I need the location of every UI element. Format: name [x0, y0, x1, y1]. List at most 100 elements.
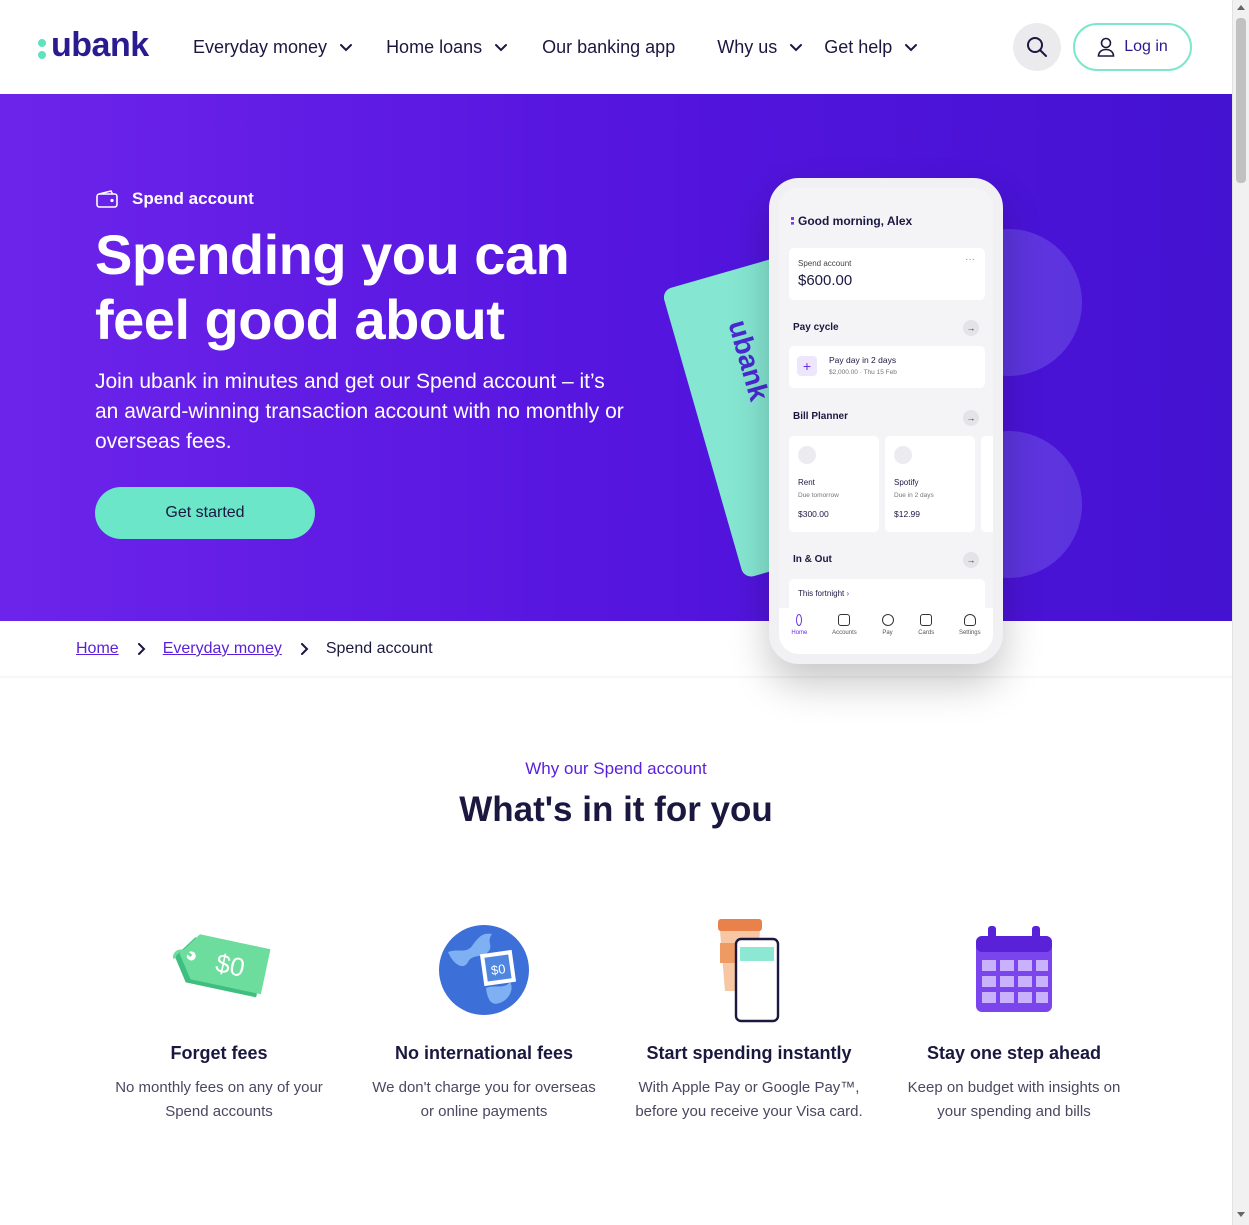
bill-name: Spotify — [894, 478, 919, 487]
breadcrumb: Home Everyday money Spend account — [76, 640, 433, 658]
tab-accounts[interactable]: Accounts — [832, 614, 857, 654]
pay-icon — [881, 614, 894, 626]
pay-cycle-card: + Pay day in 2 days $2,000.00 · Thu 15 F… — [789, 346, 985, 388]
bill-card-partial — [981, 436, 993, 532]
more-icon: ··· — [965, 254, 975, 265]
tab-label: Settings — [958, 630, 981, 636]
chevron-down-icon — [905, 44, 918, 52]
bill-icon — [894, 446, 912, 464]
logo-text: ubank — [51, 26, 149, 64]
nav-why-us[interactable]: Why us — [717, 34, 803, 60]
account-card: Spend account $600.00 ··· — [789, 248, 985, 300]
tab-label: Pay — [882, 630, 893, 636]
hero-title: Spending you can feel good about — [95, 223, 570, 351]
bill-amount: $12.99 — [894, 509, 920, 519]
logo-dots-icon — [38, 38, 46, 59]
search-icon — [1027, 37, 1047, 57]
feature-title: Forget fees — [170, 1043, 268, 1063]
plus-icon: + — [797, 356, 817, 376]
feature-title: No international fees — [394, 1043, 574, 1063]
phone-mockup: Good morning, Alex Spend account $600.00… — [769, 178, 1003, 664]
breadcrumb-current: Spend account — [325, 640, 433, 657]
tab-pay[interactable]: Pay — [881, 614, 894, 654]
home-icon — [796, 614, 803, 626]
stamp-text: $0 — [490, 961, 506, 978]
nav-home-loans[interactable]: Home loans — [386, 34, 508, 60]
tab-label: Accounts — [832, 630, 857, 636]
phone-tab-bar: Home Accounts Pay Cards Settings — [779, 608, 993, 654]
get-started-button[interactable]: Get started — [95, 487, 315, 539]
chevron-down-icon — [495, 44, 508, 52]
bill-name: Rent — [798, 478, 815, 487]
product-tag: Spend account — [96, 189, 254, 209]
scroll-thumb[interactable] — [1236, 18, 1246, 183]
product-tag-label: Spend account — [132, 189, 254, 208]
bill-amount: $300.00 — [798, 509, 829, 519]
scroll-down-icon[interactable] — [1237, 1212, 1245, 1217]
page-scrollbar[interactable] — [1232, 0, 1249, 1225]
login-label: Log in — [1124, 38, 1168, 55]
settings-icon — [963, 614, 976, 626]
tab-home[interactable]: Home — [791, 614, 807, 654]
bill-icon — [798, 446, 816, 464]
main-nav: Everyday money Home loans Our banking ap… — [193, 34, 918, 60]
logo-dots-icon — [791, 217, 794, 225]
ubank-logo[interactable]: ubank — [38, 26, 149, 65]
nav-everyday-money[interactable]: Everyday money — [193, 34, 353, 60]
nav-label: Get help — [824, 36, 893, 57]
in-out-title: In & Out — [793, 554, 832, 565]
breadcrumb-everyday-money[interactable]: Everyday money — [163, 640, 282, 658]
login-button[interactable]: Log in — [1073, 23, 1192, 71]
nav-label: Everyday money — [193, 36, 328, 57]
divider — [0, 676, 1232, 679]
feature-title: Start spending instantly — [646, 1043, 852, 1063]
nav-get-help[interactable]: Get help — [824, 34, 918, 60]
feature-forget-fees: $0 Forget fees No monthly fees on any of… — [94, 915, 344, 1124]
wallet-icon — [96, 190, 118, 208]
nav-label: Why us — [717, 36, 778, 57]
arrow-right-icon: → — [963, 410, 979, 426]
phone-coffee-icon — [718, 919, 780, 1023]
period-label: This fortnight › — [798, 589, 849, 598]
pay-day-text: Pay day in 2 days — [829, 355, 897, 365]
user-icon — [1097, 37, 1115, 57]
hero-subtitle: Join ubank in minutes and get our Spend … — [95, 370, 624, 453]
bill-card-rent: Rent Due tomorrow $300.00 — [789, 436, 879, 532]
nav-label: Our banking app — [542, 36, 676, 57]
chevron-down-icon — [340, 44, 353, 52]
period-text: This fortnight — [798, 589, 845, 598]
feature-stay-ahead: Stay one step ahead Keep on budget with … — [889, 915, 1139, 1124]
search-button[interactable] — [1013, 23, 1061, 71]
feature-text: No monthly fees on any of your Spend acc… — [115, 1079, 323, 1120]
feature-title: Stay one step ahead — [926, 1043, 1102, 1063]
breadcrumb-home[interactable]: Home — [76, 640, 119, 658]
calendar-icon — [976, 926, 1052, 1012]
chevron-right-icon: › — [846, 589, 850, 598]
price-tag-icon: $0 — [172, 934, 271, 998]
pay-day-sub: $2,000.00 · Thu 15 Feb — [829, 369, 897, 376]
globe-icon: $0 — [439, 925, 529, 1015]
bill-due: Due in 2 days — [894, 492, 934, 499]
tab-settings[interactable]: Settings — [959, 614, 981, 654]
scroll-up-icon[interactable] — [1237, 5, 1245, 10]
pay-cycle-title: Pay cycle — [793, 322, 839, 333]
account-balance: $600.00 — [798, 272, 853, 289]
account-label: Spend account — [798, 259, 852, 268]
hero-banner: Spend account Spending you can feel good… — [0, 94, 1232, 621]
bill-planner-title: Bill Planner — [793, 411, 849, 422]
bill-card-spotify: Spotify Due in 2 days $12.99 — [885, 436, 975, 532]
tab-cards[interactable]: Cards — [918, 614, 934, 654]
chevron-down-icon — [790, 44, 803, 52]
site-header: ubank Everyday money Home loans Our bank… — [0, 0, 1232, 94]
card-logo: ubank — [722, 316, 775, 405]
bill-due: Due tomorrow — [798, 492, 839, 499]
feature-text: Keep on budget with insights on your spe… — [907, 1079, 1121, 1120]
arrow-right-icon: → — [963, 552, 979, 568]
accounts-icon — [838, 614, 851, 626]
nav-banking-app[interactable]: Our banking app — [542, 34, 675, 60]
tab-label: Cards — [918, 630, 935, 636]
cards-icon — [920, 614, 933, 626]
chevron-right-icon — [300, 643, 309, 655]
feature-text: We don't charge you for overseas or onli… — [372, 1079, 596, 1120]
section-eyebrow: Why our Spend account — [525, 759, 707, 778]
